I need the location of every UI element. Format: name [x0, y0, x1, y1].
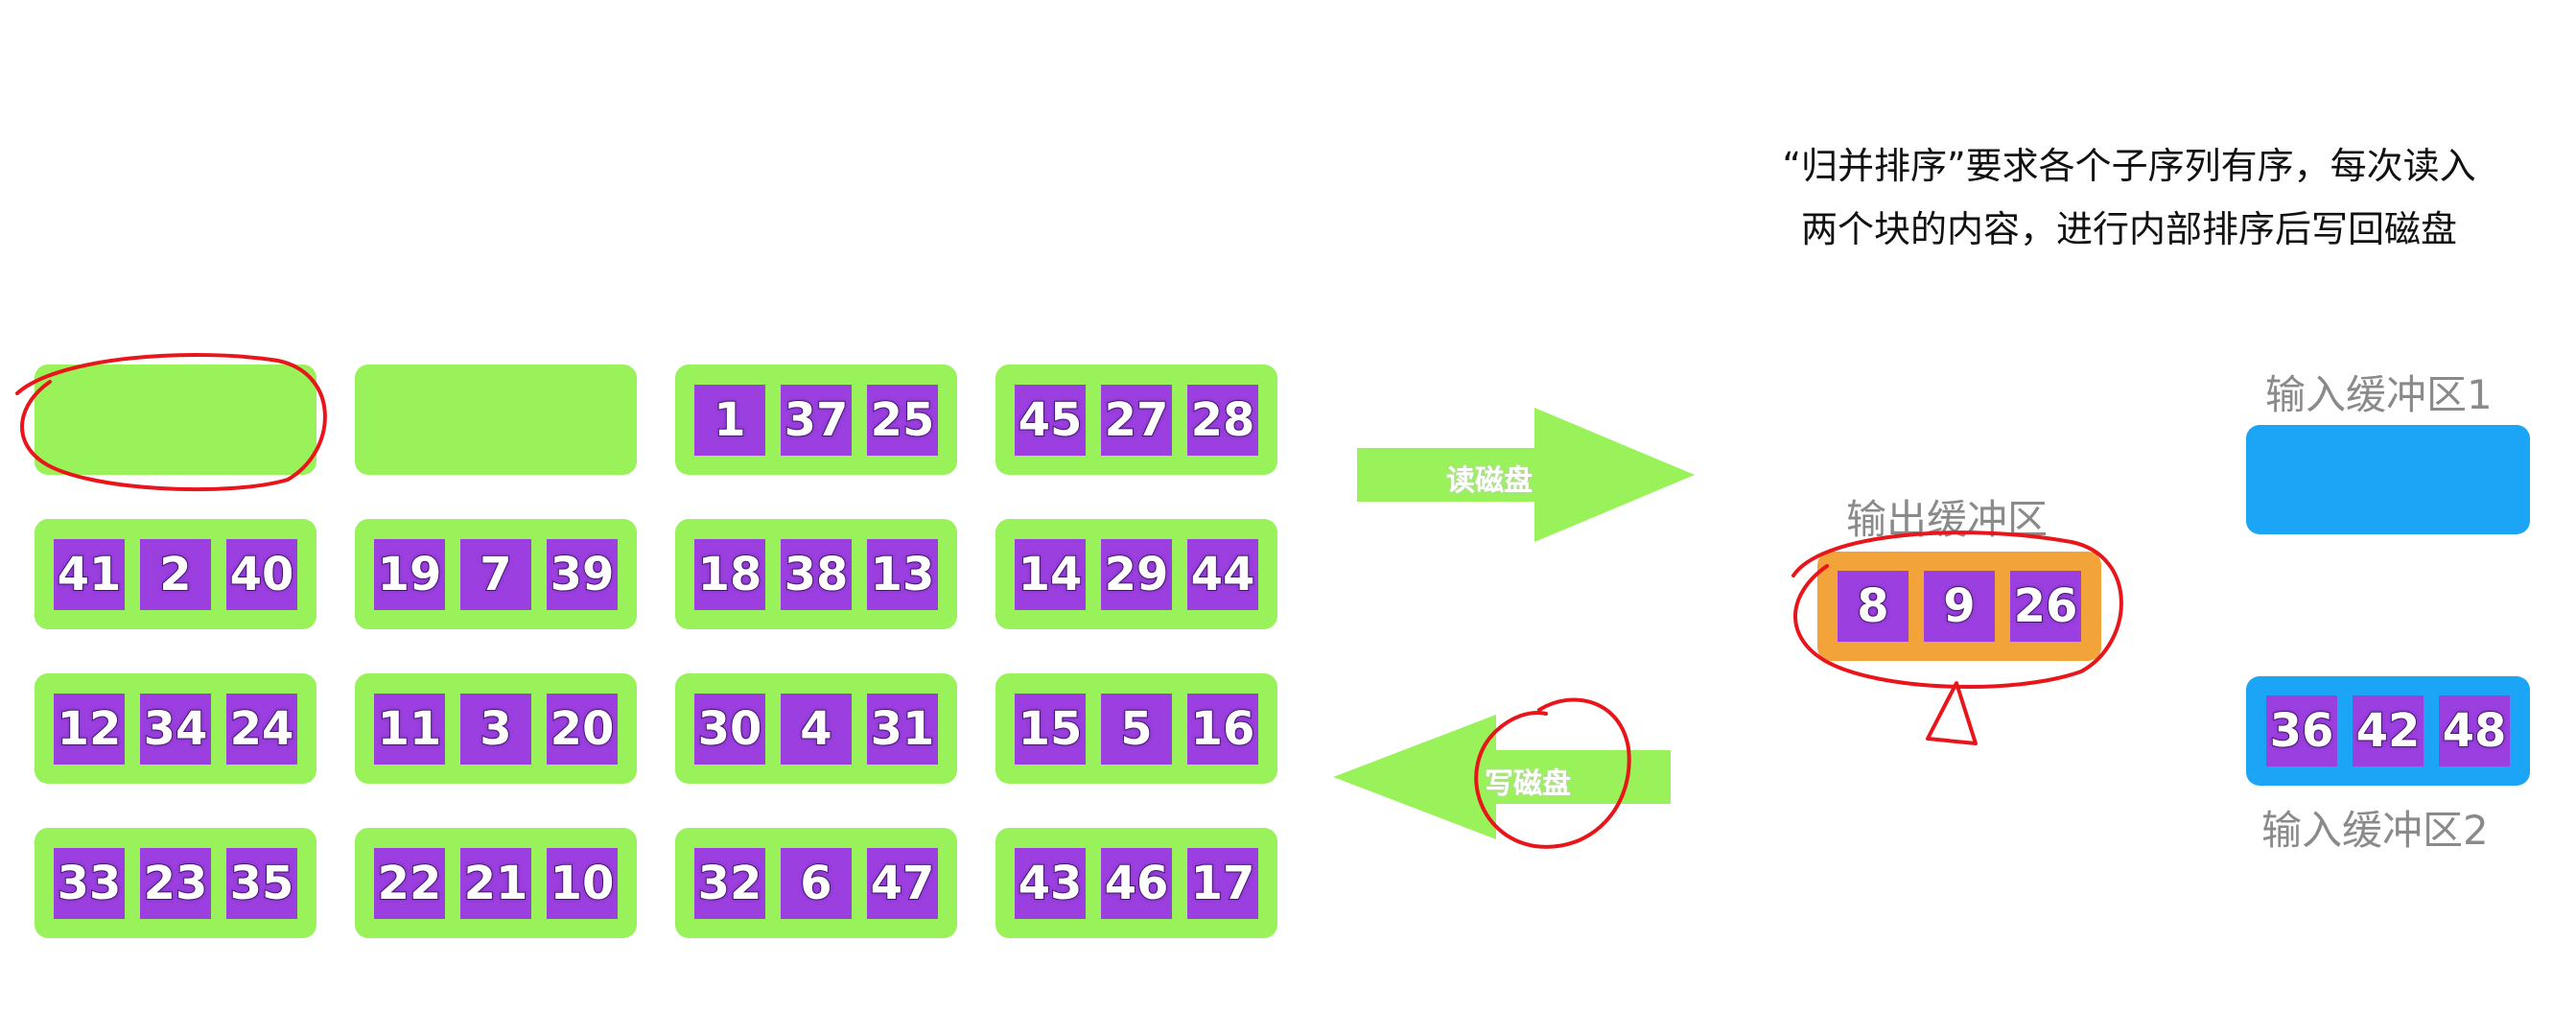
- disk-block: 32 6 47: [675, 828, 957, 938]
- caption: “归并排序”要求各个子序列有序，每次读入 两个块的内容，进行内部排序后写回磁盘: [1698, 134, 2561, 261]
- block-value: 24: [226, 693, 297, 765]
- block-value: 4: [781, 693, 852, 765]
- block-value: 22: [374, 847, 445, 919]
- block-value: 13: [867, 538, 938, 610]
- block-value: 12: [54, 693, 125, 765]
- block-value: 27: [1101, 384, 1172, 456]
- block-value: 33: [54, 847, 125, 919]
- block-value: 16: [1187, 693, 1258, 765]
- disk-blocks: 1 37 25 45 27 28 41 2 40 19 7 39 18 38 1…: [35, 365, 1277, 938]
- block-value: 17: [1187, 847, 1258, 919]
- block-value: 35: [226, 847, 297, 919]
- block-value: 23: [140, 847, 211, 919]
- block-value: 44: [1187, 538, 1258, 610]
- buffer-value: 8: [1838, 571, 1909, 642]
- disk-block: 33 23 35: [35, 828, 316, 938]
- disk-block: 15 5 16: [995, 673, 1277, 784]
- disk-block: 14 29 44: [995, 519, 1277, 629]
- block-value: 43: [1015, 847, 1086, 919]
- caption-line: “归并排序”要求各个子序列有序，每次读入: [1782, 145, 2476, 187]
- input-buffer-2: 36 42 48: [2246, 676, 2530, 786]
- block-value: 32: [694, 847, 765, 919]
- block-value: 47: [867, 847, 938, 919]
- caption-line: 两个块的内容，进行内部排序后写回磁盘: [1800, 208, 2457, 250]
- block-value: 40: [226, 538, 297, 610]
- input-buffer-2-label: 输入缓冲区2: [2261, 807, 2489, 854]
- buffer-value: 48: [2439, 695, 2510, 766]
- block-value: 28: [1187, 384, 1258, 456]
- block-value: 15: [1015, 693, 1086, 765]
- block-value: 19: [374, 538, 445, 610]
- disk-block: 11 3 20: [355, 673, 637, 784]
- block-value: 18: [694, 538, 765, 610]
- block-value: 29: [1101, 538, 1172, 610]
- output-buffer-label: 输出缓冲区: [1846, 496, 2049, 543]
- disk-block: 45 27 28: [995, 365, 1277, 475]
- block-value: 5: [1101, 693, 1172, 765]
- disk-block: 18 38 13: [675, 519, 957, 629]
- disk-block: 30 4 31: [675, 673, 957, 784]
- disk-block: [355, 365, 637, 475]
- block-value: 3: [460, 693, 531, 765]
- buffer-value: 36: [2266, 695, 2337, 766]
- disk-block: [35, 365, 316, 475]
- buffer-value: 26: [2010, 571, 2081, 642]
- block-value: 11: [374, 693, 445, 765]
- block-value: 21: [460, 847, 531, 919]
- block-value: 38: [781, 538, 852, 610]
- block-value: 46: [1101, 847, 1172, 919]
- input-buffer-1-label: 输入缓冲区1: [2265, 371, 2493, 418]
- buffer-value: 42: [2353, 695, 2424, 766]
- read-disk-label: 读磁盘: [1446, 464, 1533, 498]
- block-value: 31: [867, 693, 938, 765]
- block-value: 2: [140, 538, 211, 610]
- block-value: 45: [1015, 384, 1086, 456]
- disk-block: 41 2 40: [35, 519, 316, 629]
- block-value: 10: [547, 847, 618, 919]
- block-value: 1: [694, 384, 765, 456]
- input-buffer-1: [2246, 425, 2530, 534]
- block-value: 39: [547, 538, 618, 610]
- block-value: 37: [781, 384, 852, 456]
- block-value: 25: [867, 384, 938, 456]
- output-buffer: 8 9 26: [1817, 552, 2101, 661]
- block-value: 6: [781, 847, 852, 919]
- buffer-value: 9: [1924, 571, 1995, 642]
- disk-block: 22 21 10: [355, 828, 637, 938]
- disk-block: 43 46 17: [995, 828, 1277, 938]
- block-value: 41: [54, 538, 125, 610]
- annotation-pointer: [1926, 681, 1978, 745]
- disk-block: 19 7 39: [355, 519, 637, 629]
- block-value: 34: [140, 693, 211, 765]
- block-value: 30: [694, 693, 765, 765]
- block-value: 14: [1015, 538, 1086, 610]
- block-value: 20: [547, 693, 618, 765]
- merge-sort-diagram: 1 37 25 45 27 28 41 2 40 19 7 39 18 38 1…: [0, 0, 2576, 1036]
- write-disk-label: 写磁盘: [1485, 767, 1571, 801]
- disk-block: 1 37 25: [675, 365, 957, 475]
- block-value: 7: [460, 538, 531, 610]
- disk-block: 12 34 24: [35, 673, 316, 784]
